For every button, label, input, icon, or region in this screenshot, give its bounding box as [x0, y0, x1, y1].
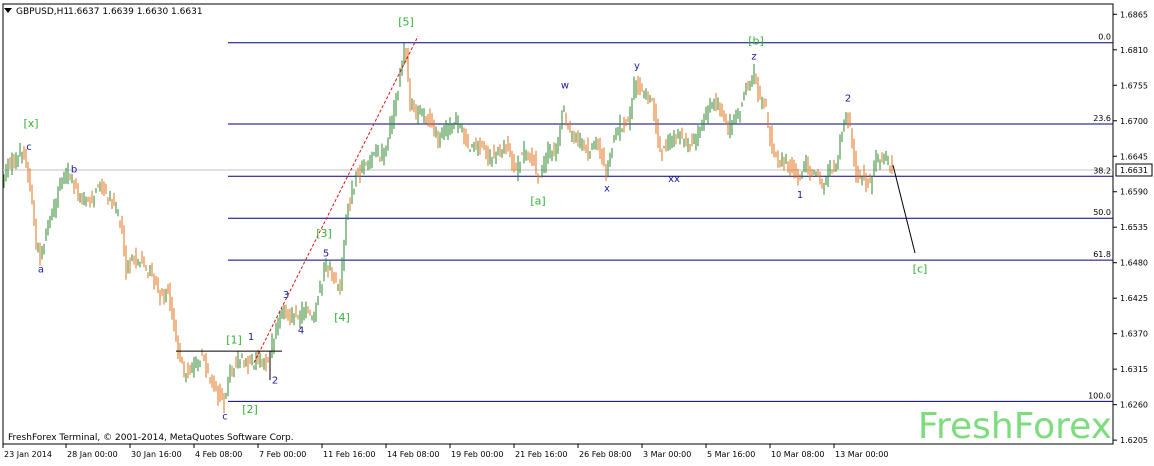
wave-label: c	[26, 142, 32, 153]
wave-label: z	[751, 51, 756, 62]
wave-label: [4]	[334, 311, 350, 324]
x-tick-label: 26 Feb 08:00	[579, 450, 631, 459]
wave-label: 1	[797, 190, 803, 201]
wave-label: xx	[668, 174, 680, 185]
fib-level-label: 38.2	[1093, 166, 1111, 175]
fib-level-label: 61.8	[1093, 250, 1111, 259]
x-tick-label: 13 Mar 00:00	[835, 450, 888, 459]
wave-label: [5]	[398, 15, 414, 28]
wave-label: y	[634, 61, 640, 72]
y-tick-label: 1.6810	[1120, 46, 1148, 55]
chart-root: 0.0 23.6 38.2 50.0 61.8 100.0 [x] c b a [1] 1 2 [2] c…	[0, 0, 1154, 462]
wave-label: [c]	[913, 262, 928, 275]
current-price-label: 1.6631	[1120, 166, 1148, 175]
y-tick-label: 1.6535	[1120, 223, 1148, 232]
y-tick-label: 1.6645	[1120, 152, 1148, 161]
header-ohlc: 1.6637 1.6639 1.6630 1.6631	[68, 7, 203, 17]
wave-label: 2	[272, 375, 278, 386]
x-tick-label: 10 Mar 08:00	[771, 450, 824, 459]
x-tick-label: 23 Jan 2014	[4, 450, 52, 459]
y-tick-label: 1.6480	[1120, 259, 1148, 268]
fib-level-label: 100.0	[1088, 391, 1111, 400]
wave-label: 4	[298, 326, 304, 337]
wave-label: 5	[323, 248, 329, 259]
y-tick-label: 1.6205	[1120, 436, 1148, 445]
wave-label: [1]	[226, 333, 242, 346]
y-tick-label: 1.6590	[1120, 188, 1148, 197]
y-tick-label: 1.6700	[1120, 117, 1148, 126]
y-tick-label: 1.6425	[1120, 294, 1148, 303]
y-tick-label: 1.6260	[1120, 401, 1148, 410]
wave-label: 2	[845, 93, 851, 104]
x-tick-label: 14 Feb 08:00	[387, 450, 439, 459]
wave-label: [a]	[530, 195, 545, 208]
header-symbol: GBPUSD,H1	[16, 7, 69, 17]
x-tick-label: 21 Feb 16:00	[515, 450, 567, 459]
wave-label: [3]	[316, 227, 332, 240]
fib-level-label: 23.6	[1093, 114, 1111, 123]
wave-label: a	[38, 264, 44, 275]
x-tick-label: 11 Feb 16:00	[323, 450, 375, 459]
x-tick-label: 7 Feb 00:00	[259, 450, 306, 459]
fib-level-label: 0.0	[1098, 33, 1111, 42]
copyright-text: FreshForex Terminal, © 2001-2014, MetaQu…	[8, 433, 294, 443]
fib-level-label: 50.0	[1093, 208, 1111, 217]
x-tick-label: 30 Jan 16:00	[131, 450, 182, 459]
x-tick-label: 19 Feb 00:00	[451, 450, 503, 459]
wave-label: [2]	[242, 403, 258, 416]
x-tick-label: 3 Mar 00:00	[643, 450, 691, 459]
y-tick-label: 1.6755	[1120, 81, 1148, 90]
wave-label: w	[561, 81, 569, 92]
wave-label: c	[222, 411, 228, 422]
x-tick-label: 4 Feb 08:00	[195, 450, 242, 459]
watermark: FreshForex	[918, 406, 1112, 447]
y-tick-label: 1.6370	[1120, 330, 1148, 339]
wave-label: [x]	[23, 117, 38, 130]
wave-label: 1	[248, 332, 254, 343]
x-tick-label: 5 Mar 16:00	[707, 450, 755, 459]
wave-label: b	[71, 164, 77, 175]
wave-label: x	[604, 184, 610, 195]
y-tick-label: 1.6315	[1120, 365, 1148, 374]
x-tick-label: 28 Jan 00:00	[67, 450, 118, 459]
chart-svg: 0.0 23.6 38.2 50.0 61.8 100.0 [x] c b a [1] 1 2 [2] c…	[0, 0, 1154, 462]
chart-background	[0, 0, 1154, 462]
wave-label: 3	[283, 290, 289, 301]
wave-label: [b]	[748, 35, 764, 48]
y-tick-label: 1.6865	[1120, 10, 1148, 19]
